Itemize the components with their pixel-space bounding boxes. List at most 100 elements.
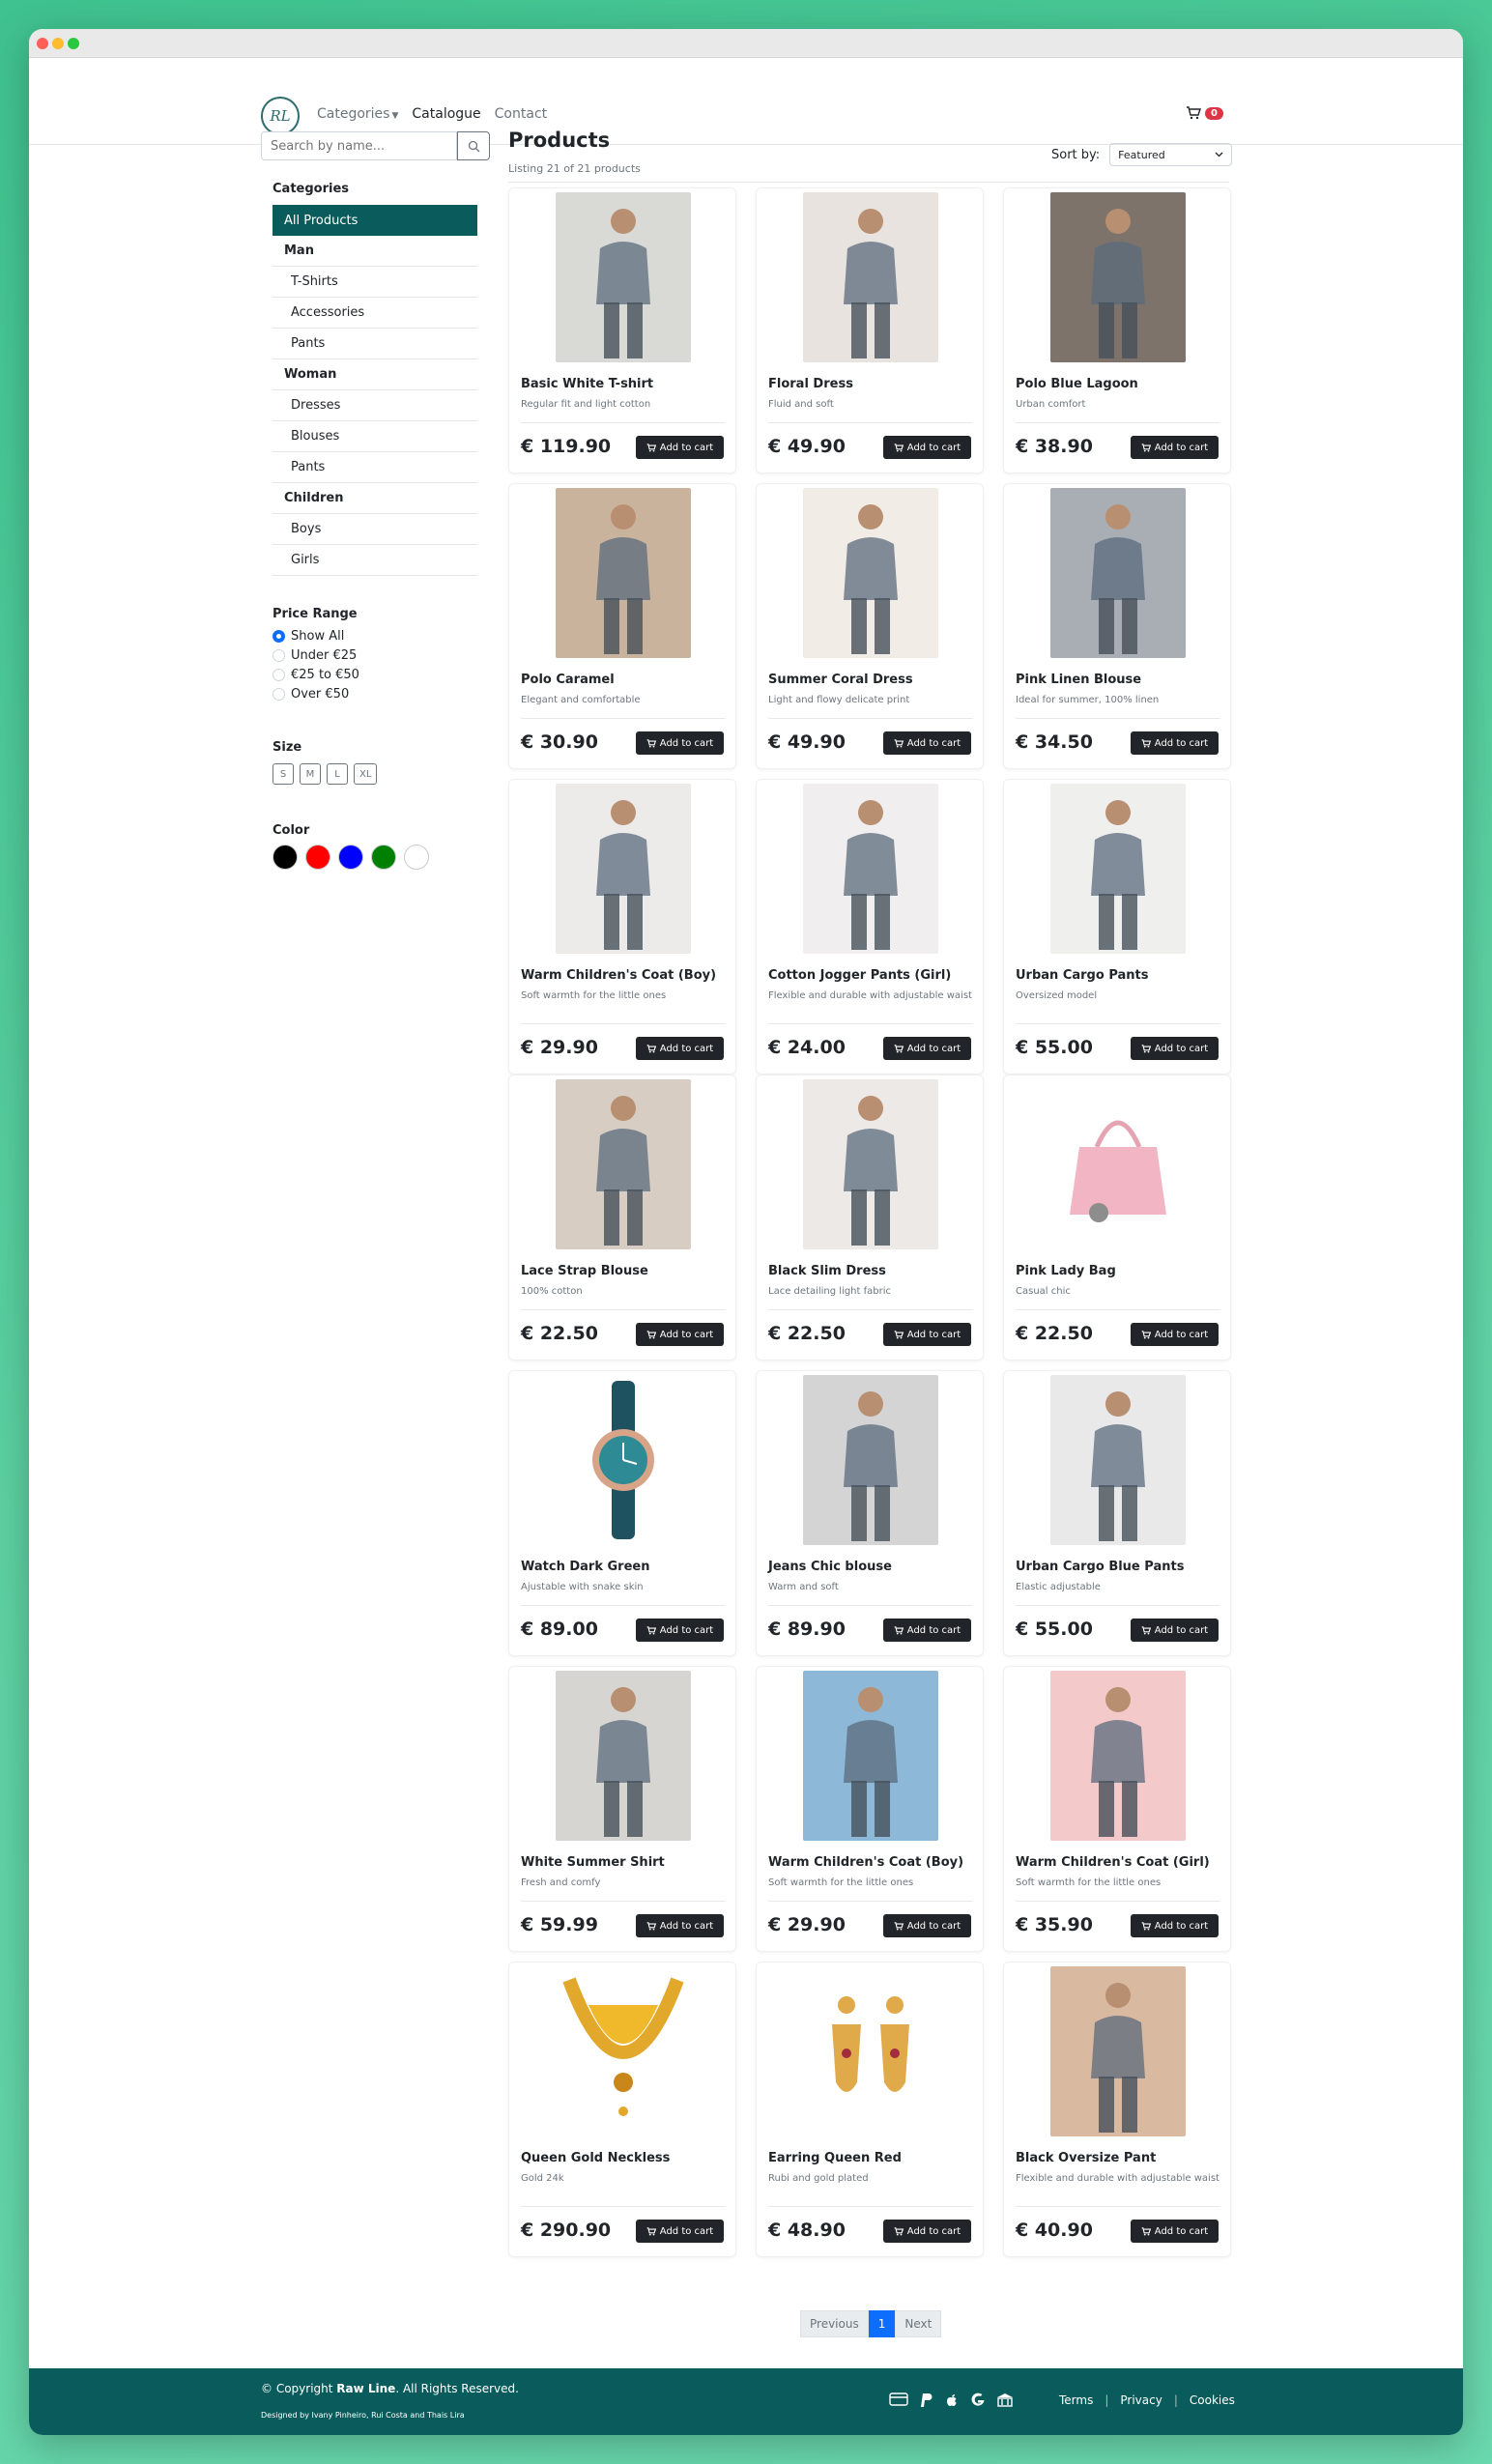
radio-button[interactable] bbox=[273, 668, 285, 681]
product-image[interactable] bbox=[1050, 192, 1186, 362]
product-image[interactable] bbox=[556, 784, 691, 954]
product-name[interactable]: Jeans Chic blouse bbox=[768, 1560, 892, 1574]
add-to-cart-button[interactable]: Add to cart bbox=[1131, 1914, 1219, 1937]
product-image[interactable] bbox=[803, 192, 938, 362]
product-card[interactable]: Black Oversize Pant Flexible and durable … bbox=[1003, 1962, 1231, 2257]
product-name[interactable]: Polo Blue Lagoon bbox=[1016, 377, 1138, 391]
product-card[interactable]: Urban Cargo Pants Oversized model € 55.00 A… bbox=[1003, 779, 1231, 1074]
price-option[interactable]: €25 to €50 bbox=[273, 665, 359, 684]
nav-catalogue-link[interactable]: Catalogue bbox=[412, 106, 480, 122]
add-to-cart-button[interactable]: Add to cart bbox=[636, 731, 724, 755]
product-image[interactable] bbox=[556, 1966, 691, 2136]
category-item-man[interactable]: Man bbox=[273, 236, 477, 267]
product-image[interactable] bbox=[1050, 1375, 1186, 1545]
product-name[interactable]: Pink Lady Bag bbox=[1016, 1264, 1116, 1278]
size-option-xl[interactable]: XL bbox=[354, 763, 378, 785]
product-card[interactable]: Warm Children's Coat (Boy) Soft warmth fo… bbox=[756, 1666, 984, 1952]
footer-link-privacy[interactable]: Privacy bbox=[1120, 2393, 1162, 2407]
product-name[interactable]: Polo Caramel bbox=[521, 673, 615, 687]
product-image[interactable] bbox=[556, 1671, 691, 1841]
add-to-cart-button[interactable]: Add to cart bbox=[883, 1914, 971, 1937]
product-image[interactable] bbox=[556, 1079, 691, 1249]
add-to-cart-button[interactable]: Add to cart bbox=[1131, 731, 1219, 755]
category-item-dresses[interactable]: Dresses bbox=[273, 390, 477, 421]
add-to-cart-button[interactable]: Add to cart bbox=[1131, 2220, 1219, 2243]
add-to-cart-button[interactable]: Add to cart bbox=[636, 1619, 724, 1642]
product-card[interactable]: Urban Cargo Blue Pants Elastic adjustable… bbox=[1003, 1370, 1231, 1656]
category-item-girls[interactable]: Girls bbox=[273, 545, 477, 576]
add-to-cart-button[interactable]: Add to cart bbox=[636, 2220, 724, 2243]
radio-button[interactable] bbox=[273, 629, 285, 643]
close-window-button[interactable] bbox=[37, 38, 48, 49]
product-image[interactable] bbox=[803, 784, 938, 954]
size-option-m[interactable]: M bbox=[300, 763, 321, 785]
search-button[interactable] bbox=[457, 131, 490, 160]
add-to-cart-button[interactable]: Add to cart bbox=[883, 731, 971, 755]
add-to-cart-button[interactable]: Add to cart bbox=[636, 436, 724, 459]
add-to-cart-button[interactable]: Add to cart bbox=[883, 1037, 971, 1060]
product-name[interactable]: Black Oversize Pant bbox=[1016, 2151, 1156, 2165]
product-card[interactable]: Polo Blue Lagoon Urban comfort € 38.90 Add … bbox=[1003, 187, 1231, 473]
add-to-cart-button[interactable]: Add to cart bbox=[1131, 436, 1219, 459]
add-to-cart-button[interactable]: Add to cart bbox=[636, 1037, 724, 1060]
product-card[interactable]: Basic White T-shirt Regular fit and light… bbox=[508, 187, 736, 473]
product-image[interactable] bbox=[803, 1375, 938, 1545]
product-name[interactable]: Queen Gold Neckless bbox=[521, 2151, 670, 2165]
footer-link-cookies[interactable]: Cookies bbox=[1190, 2393, 1235, 2407]
color-swatch[interactable] bbox=[305, 845, 330, 870]
add-to-cart-button[interactable]: Add to cart bbox=[883, 436, 971, 459]
product-name[interactable]: Watch Dark Green bbox=[521, 1560, 649, 1574]
category-item-pants[interactable]: Pants bbox=[273, 452, 477, 483]
cart-button[interactable]: 0 bbox=[1186, 106, 1223, 120]
product-name[interactable]: Earring Queen Red bbox=[768, 2151, 902, 2165]
product-image[interactable] bbox=[1050, 784, 1186, 954]
product-card[interactable]: Cotton Jogger Pants (Girl) Flexible and d… bbox=[756, 779, 984, 1074]
add-to-cart-button[interactable]: Add to cart bbox=[636, 1914, 724, 1937]
maximize-window-button[interactable] bbox=[68, 38, 79, 49]
product-name[interactable]: Lace Strap Blouse bbox=[521, 1264, 648, 1278]
product-name[interactable]: Summer Coral Dress bbox=[768, 673, 913, 687]
product-card[interactable]: Pink Linen Blouse Ideal for summer, 100% … bbox=[1003, 483, 1231, 769]
product-image[interactable] bbox=[556, 488, 691, 658]
product-card[interactable]: Warm Children's Coat (Girl) Soft warmth f… bbox=[1003, 1666, 1231, 1952]
product-card[interactable]: Queen Gold Neckless Gold 24k € 290.90 Add t… bbox=[508, 1962, 736, 2257]
product-image[interactable] bbox=[556, 1375, 691, 1545]
product-name[interactable]: Cotton Jogger Pants (Girl) bbox=[768, 968, 951, 983]
price-option[interactable]: Show All bbox=[273, 626, 359, 645]
nav-categories-dropdown[interactable]: Categories ▼ bbox=[317, 106, 398, 122]
category-item-t-shirts[interactable]: T-Shirts bbox=[273, 267, 477, 298]
product-card[interactable]: Lace Strap Blouse 100% cotton € 22.50 Add t… bbox=[508, 1074, 736, 1361]
next-page-button[interactable]: Next bbox=[895, 2310, 942, 2337]
product-image[interactable] bbox=[803, 1671, 938, 1841]
brand-logo[interactable]: RL bbox=[261, 97, 300, 135]
add-to-cart-button[interactable]: Add to cart bbox=[883, 1323, 971, 1346]
add-to-cart-button[interactable]: Add to cart bbox=[636, 1323, 724, 1346]
product-card[interactable]: Earring Queen Red Rubi and gold plated € 4… bbox=[756, 1962, 984, 2257]
add-to-cart-button[interactable]: Add to cart bbox=[1131, 1619, 1219, 1642]
product-card[interactable]: Polo Caramel Elegant and comfortable € 30.… bbox=[508, 483, 736, 769]
product-image[interactable] bbox=[1050, 1671, 1186, 1841]
color-swatch[interactable] bbox=[273, 845, 298, 870]
add-to-cart-button[interactable]: Add to cart bbox=[1131, 1323, 1219, 1346]
color-swatch[interactable] bbox=[338, 845, 363, 870]
footer-link-terms[interactable]: Terms bbox=[1059, 2393, 1093, 2407]
price-option[interactable]: Over €50 bbox=[273, 684, 359, 703]
product-image[interactable] bbox=[1050, 1966, 1186, 2136]
add-to-cart-button[interactable]: Add to cart bbox=[1131, 1037, 1219, 1060]
product-image[interactable] bbox=[803, 1966, 938, 2136]
product-card[interactable]: Watch Dark Green Ajustable with snake ski… bbox=[508, 1370, 736, 1656]
category-item-woman[interactable]: Woman bbox=[273, 359, 477, 390]
product-image[interactable] bbox=[803, 1079, 938, 1249]
product-name[interactable]: Warm Children's Coat (Girl) bbox=[1016, 1855, 1210, 1870]
category-item-boys[interactable]: Boys bbox=[273, 514, 477, 545]
size-option-s[interactable]: S bbox=[273, 763, 294, 785]
product-card[interactable]: Warm Children's Coat (Boy) Soft warmth fo… bbox=[508, 779, 736, 1074]
product-name[interactable]: Urban Cargo Blue Pants bbox=[1016, 1560, 1184, 1574]
product-name[interactable]: Black Slim Dress bbox=[768, 1264, 886, 1278]
radio-button[interactable] bbox=[273, 648, 285, 662]
category-item-pants[interactable]: Pants bbox=[273, 329, 477, 359]
product-image[interactable] bbox=[1050, 488, 1186, 658]
nav-contact-link[interactable]: Contact bbox=[495, 106, 547, 122]
product-name[interactable]: Pink Linen Blouse bbox=[1016, 673, 1141, 687]
product-card[interactable]: Black Slim Dress Lace detailing light fab… bbox=[756, 1074, 984, 1361]
